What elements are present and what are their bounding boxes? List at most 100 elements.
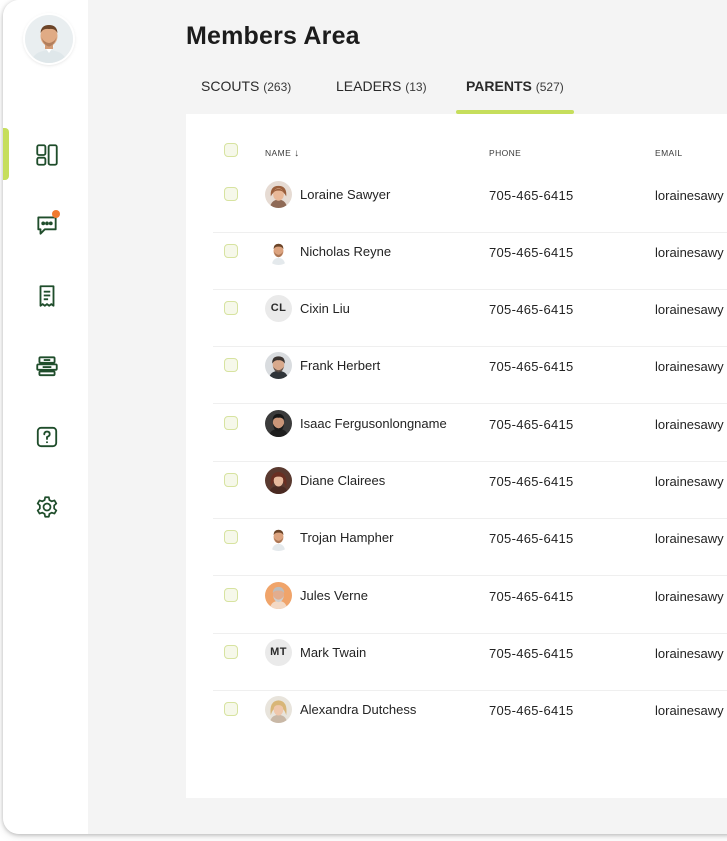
column-header-phone[interactable]: PHONE bbox=[489, 148, 521, 158]
member-name-cell: MT Mark Twain bbox=[265, 636, 366, 668]
receipt-icon bbox=[39, 285, 55, 307]
sort-arrow-down-icon: ↓ bbox=[294, 148, 300, 159]
member-name: Trojan Hampher bbox=[300, 529, 394, 545]
app-window: Members Area SCOUTS (263) LEADERS (13) P… bbox=[3, 0, 727, 834]
member-name-cell: Diane Clairees bbox=[265, 464, 385, 496]
member-phone: 705-465-6415 bbox=[489, 302, 574, 317]
table-row[interactable]: Alexandra Dutchess 705-465-6415 loraines… bbox=[213, 691, 727, 747]
notification-badge bbox=[52, 210, 60, 218]
settings-icon bbox=[36, 496, 58, 518]
member-phone: 705-465-6415 bbox=[489, 245, 574, 260]
member-name-cell: CL Cixin Liu bbox=[265, 292, 350, 324]
member-phone: 705-465-6415 bbox=[489, 359, 574, 374]
member-email: lorainesawy bbox=[655, 417, 724, 432]
row-checkbox[interactable] bbox=[224, 702, 238, 716]
nav-item-receipts[interactable] bbox=[32, 281, 62, 311]
member-phone: 705-465-6415 bbox=[489, 474, 574, 489]
row-checkbox[interactable] bbox=[224, 301, 238, 315]
member-email: lorainesawy bbox=[655, 302, 724, 317]
member-name: Mark Twain bbox=[300, 644, 367, 660]
row-checkbox[interactable] bbox=[224, 530, 238, 544]
member-name: Jules Verne bbox=[300, 587, 368, 603]
table-row[interactable]: Nicholas Reyne 705-465-6415 lorainesawy bbox=[213, 233, 727, 290]
nav-item-settings[interactable] bbox=[32, 492, 62, 522]
member-phone: 705-465-6415 bbox=[489, 646, 574, 661]
members-table: NAME ↓ PHONE EMAIL Loraine Sawyer 705-465… bbox=[186, 114, 727, 798]
table-row[interactable]: CL Cixin Liu 705-465-6415 lorainesawy bbox=[213, 290, 727, 347]
table-row[interactable]: Isaac Fergusonlongname 705-465-6415 lora… bbox=[213, 405, 727, 462]
member-initials-avatar: CL bbox=[265, 294, 292, 322]
table-row[interactable]: Frank Herbert 705-465-6415 lorainesawy bbox=[213, 347, 727, 404]
row-checkbox[interactable] bbox=[224, 358, 238, 372]
nav-item-dashboard[interactable] bbox=[32, 140, 62, 170]
member-name-cell: Isaac Fergusonlongname bbox=[265, 407, 447, 439]
row-checkbox[interactable] bbox=[224, 244, 238, 258]
tab-parents-count: (527) bbox=[535, 80, 564, 94]
table-row[interactable]: Jules Verne 705-465-6415 lorainesawy bbox=[213, 577, 727, 634]
member-avatar bbox=[265, 237, 292, 265]
member-name: Isaac Fergusonlongname bbox=[300, 415, 447, 431]
dashboard-icon bbox=[36, 144, 58, 166]
member-email: lorainesawy bbox=[655, 646, 724, 661]
member-name: Cixin Liu bbox=[300, 300, 350, 316]
tab-leaders-label: LEADERS bbox=[336, 78, 402, 94]
tab-scouts[interactable]: SCOUTS (263) bbox=[201, 78, 291, 94]
tab-parents-label: PARENTS bbox=[466, 78, 532, 94]
column-header-name[interactable]: NAME ↓ bbox=[265, 148, 300, 159]
member-name-cell: Alexandra Dutchess bbox=[265, 693, 416, 725]
nav-item-inventory[interactable] bbox=[32, 351, 62, 381]
member-name: Loraine Sawyer bbox=[300, 186, 391, 202]
member-avatar bbox=[265, 523, 292, 551]
member-phone: 705-465-6415 bbox=[489, 417, 574, 432]
nav-item-messages[interactable] bbox=[32, 210, 62, 240]
member-email: lorainesawy bbox=[655, 589, 724, 604]
sidebar bbox=[3, 0, 88, 834]
member-name: Nicholas Reyne bbox=[300, 243, 392, 259]
tab-scouts-label: SCOUTS bbox=[201, 78, 260, 94]
row-checkbox[interactable] bbox=[224, 187, 238, 201]
member-name-cell: Jules Verne bbox=[265, 579, 368, 611]
member-avatar bbox=[265, 695, 292, 723]
member-avatar bbox=[265, 351, 292, 379]
member-phone: 705-465-6415 bbox=[489, 703, 574, 718]
row-checkbox[interactable] bbox=[224, 473, 238, 487]
page-title: Members Area bbox=[186, 22, 360, 50]
member-avatar bbox=[265, 581, 292, 609]
member-name-cell: Trojan Hampher bbox=[265, 521, 393, 553]
row-checkbox[interactable] bbox=[224, 645, 238, 659]
member-initials-avatar: MT bbox=[265, 638, 292, 666]
table-row[interactable]: MT Mark Twain 705-465-6415 lorainesawy bbox=[213, 634, 727, 691]
member-name: Diane Clairees bbox=[300, 472, 386, 488]
table-row[interactable]: Diane Clairees 705-465-6415 lorainesawy bbox=[213, 462, 727, 519]
select-all-checkbox[interactable] bbox=[224, 143, 238, 157]
member-phone: 705-465-6415 bbox=[489, 188, 574, 203]
tab-leaders[interactable]: LEADERS (13) bbox=[336, 78, 427, 94]
tab-parents[interactable]: PARENTS (527) bbox=[466, 78, 564, 94]
member-name-cell: Frank Herbert bbox=[265, 349, 380, 381]
member-email: lorainesawy bbox=[655, 359, 724, 374]
tab-scouts-count: (263) bbox=[263, 80, 292, 94]
member-email: lorainesawy bbox=[655, 531, 724, 546]
table-row[interactable]: Loraine Sawyer 705-465-6415 lorainesawy bbox=[213, 176, 727, 233]
row-checkbox[interactable] bbox=[224, 588, 238, 602]
member-avatar bbox=[265, 409, 292, 437]
member-phone: 705-465-6415 bbox=[489, 589, 574, 604]
table-row[interactable]: Trojan Hampher 705-465-6415 lorainesawy bbox=[213, 519, 727, 576]
inventory-icon bbox=[36, 356, 58, 377]
column-header-name-label: NAME bbox=[265, 148, 292, 158]
row-checkbox[interactable] bbox=[224, 416, 238, 430]
table-header: NAME ↓ PHONE EMAIL bbox=[186, 114, 727, 180]
member-name: Frank Herbert bbox=[300, 357, 381, 373]
member-name-cell: Nicholas Reyne bbox=[265, 235, 391, 267]
member-email: lorainesawy bbox=[655, 474, 724, 489]
member-email: lorainesawy bbox=[655, 703, 724, 718]
nav-item-help[interactable] bbox=[32, 422, 62, 452]
member-email: lorainesawy bbox=[655, 188, 724, 203]
member-avatar bbox=[265, 466, 292, 494]
member-email: lorainesawy bbox=[655, 245, 724, 260]
column-header-email[interactable]: EMAIL bbox=[655, 148, 683, 158]
help-icon bbox=[36, 426, 58, 448]
user-avatar[interactable] bbox=[25, 15, 73, 63]
member-name: Alexandra Dutchess bbox=[300, 701, 417, 717]
tab-leaders-count: (13) bbox=[405, 80, 427, 94]
